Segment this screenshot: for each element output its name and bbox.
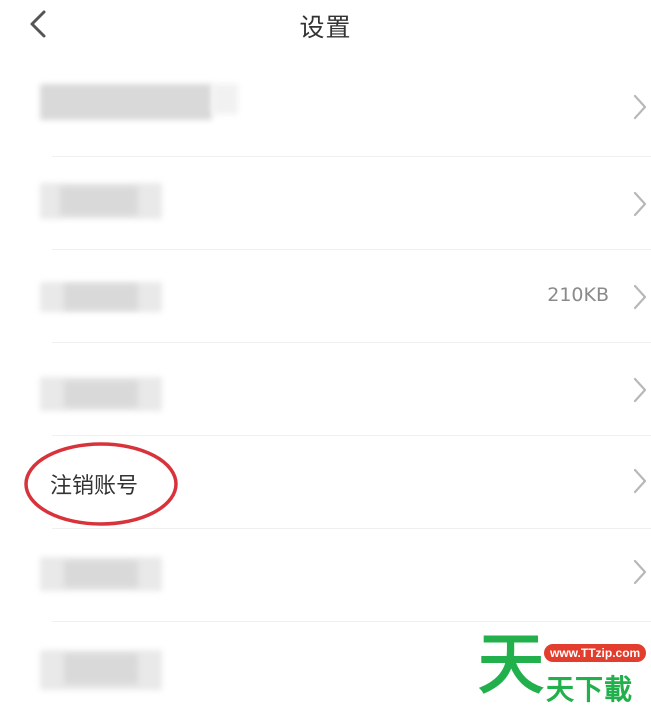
chevron-right-icon: [633, 284, 647, 310]
settings-row-4[interactable]: [0, 343, 651, 435]
settings-row-1[interactable]: [0, 62, 651, 156]
blurred-label-part: [60, 187, 138, 215]
header-bar: 设置: [0, 0, 651, 52]
settings-row-6[interactable]: [0, 529, 651, 621]
chevron-right-icon: [633, 94, 647, 120]
blurred-label-part: [64, 381, 138, 407]
page-title: 设置: [299, 13, 352, 42]
chevron-right-icon: [633, 191, 647, 217]
blurred-label-part: [64, 561, 138, 587]
chevron-right-icon: [633, 377, 647, 403]
watermark-text: 天下載: [546, 673, 634, 706]
deactivate-account-label: 注销账号: [50, 474, 139, 499]
blurred-label: [40, 84, 212, 120]
blurred-label-part: [64, 654, 138, 684]
blurred-label-part: [64, 284, 138, 310]
deactivate-account-row[interactable]: 注销账号: [0, 436, 651, 528]
settings-row-2[interactable]: [0, 157, 651, 249]
watermark-logo-char: 天: [478, 626, 544, 703]
site-watermark: 天 www.TTzip.com 天下載: [478, 630, 651, 708]
settings-row-cache[interactable]: 210KB: [0, 250, 651, 342]
watermark-url: www.TTzip.com: [544, 644, 647, 662]
chevron-right-icon: [633, 559, 647, 585]
chevron-right-icon: [633, 468, 647, 494]
blurred-label-tail: [212, 84, 238, 114]
cache-size-value: 210KB: [547, 284, 609, 306]
